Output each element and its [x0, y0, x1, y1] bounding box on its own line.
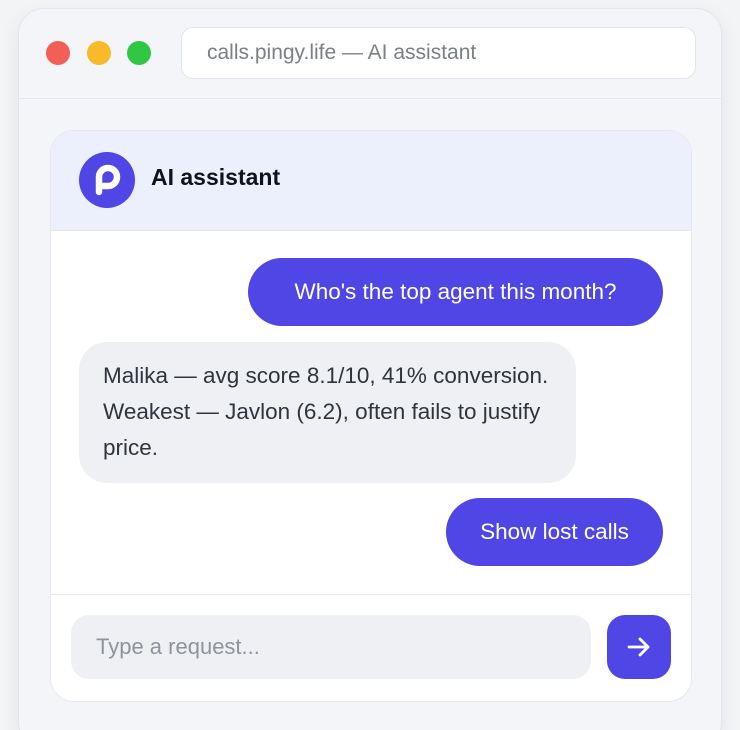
- maximize-window-button[interactable]: [127, 41, 151, 65]
- browser-window: calls.pingy.life — AI assistant AI assis…: [18, 8, 722, 730]
- minimize-window-button[interactable]: [87, 41, 111, 65]
- assistant-title: AI assistant: [151, 164, 281, 190]
- close-window-button[interactable]: [46, 41, 70, 65]
- address-bar[interactable]: calls.pingy.life — AI assistant: [181, 27, 696, 79]
- pingy-p-logo-icon: [95, 164, 121, 196]
- assistant-avatar: [79, 152, 135, 208]
- chat-header: AI assistant: [51, 131, 691, 231]
- user-message: Show lost calls: [446, 498, 663, 566]
- title-bar: calls.pingy.life — AI assistant: [19, 9, 721, 99]
- send-button[interactable]: [607, 615, 671, 679]
- chat-panel: AI assistant Who's the top agent this mo…: [50, 130, 692, 702]
- assistant-message: Malika — avg score 8.1/10, 41% conversio…: [79, 342, 576, 483]
- user-message: Who's the top agent this month?: [248, 258, 663, 326]
- arrow-right-icon: [627, 637, 650, 657]
- request-input[interactable]: [71, 615, 591, 679]
- composer: [51, 594, 691, 701]
